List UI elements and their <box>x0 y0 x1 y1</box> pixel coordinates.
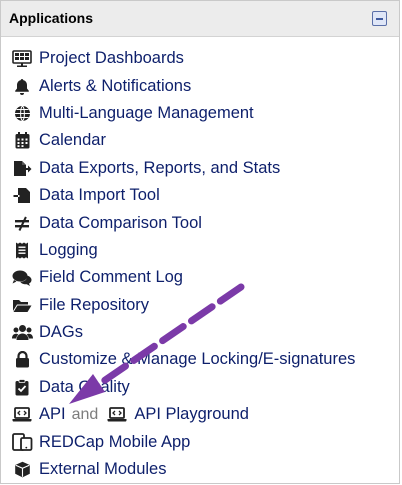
menu-item-calendar[interactable]: Calendar <box>1 127 399 154</box>
api-label[interactable]: API <box>39 405 66 424</box>
menu-item-label[interactable]: Alerts & Notifications <box>39 77 191 96</box>
menu-item-multi-language[interactable]: Multi-Language Management <box>1 100 399 127</box>
menu-item-file-repository[interactable]: File Repository <box>1 292 399 319</box>
bell-icon <box>11 77 33 95</box>
globe-icon <box>11 104 33 122</box>
menu-item-label[interactable]: Customize & Manage Locking/E-signatures <box>39 350 355 369</box>
laptop-code-icon <box>106 406 128 424</box>
panel-title: Applications <box>9 10 94 26</box>
menu-item-api[interactable]: API and API Playground <box>1 401 399 428</box>
menu-item-label[interactable]: Data Comparison Tool <box>39 214 202 233</box>
api-separator: and <box>71 405 99 423</box>
menu-item-data-import[interactable]: Data Import Tool <box>1 182 399 209</box>
menu-item-locking-esignatures[interactable]: Customize & Manage Locking/E-signatures <box>1 346 399 373</box>
menu-item-label[interactable]: Logging <box>39 241 98 260</box>
folder-open-icon <box>11 296 33 314</box>
menu-item-label[interactable]: File Repository <box>39 296 149 315</box>
calendar-icon <box>11 132 33 150</box>
menu-item-dags[interactable]: DAGs <box>1 319 399 346</box>
menu-item-logging[interactable]: Logging <box>1 237 399 264</box>
api-playground-label[interactable]: API Playground <box>134 405 249 424</box>
file-import-icon <box>11 187 33 205</box>
receipt-icon <box>11 241 33 259</box>
menu-item-label[interactable]: Data Import Tool <box>39 186 160 205</box>
laptop-code-icon <box>11 406 33 424</box>
comments-icon <box>11 269 33 287</box>
menu-item-label[interactable]: Multi-Language Management <box>39 104 254 123</box>
menu-item-label[interactable]: Data Exports, Reports, and Stats <box>39 159 280 178</box>
menu-item-field-comment-log[interactable]: Field Comment Log <box>1 264 399 291</box>
menu-item-data-comparison[interactable]: Data Comparison Tool <box>1 209 399 236</box>
applications-panel: Applications Project Dashboards Alerts &… <box>0 0 400 484</box>
menu-item-mobile-app[interactable]: REDCap Mobile App <box>1 428 399 455</box>
menu-item-label[interactable]: Field Comment Log <box>39 268 183 287</box>
menu-item-label[interactable]: Calendar <box>39 131 106 150</box>
panel-header: Applications <box>1 1 399 37</box>
menu-item-data-quality[interactable]: Data Quality <box>1 374 399 401</box>
menu-item-data-exports[interactable]: Data Exports, Reports, and Stats <box>1 155 399 182</box>
applications-menu: Project Dashboards Alerts & Notification… <box>1 45 399 483</box>
cube-icon <box>11 461 33 479</box>
menu-item-label[interactable]: Project Dashboards <box>39 49 184 68</box>
not-equal-icon <box>11 214 33 232</box>
menu-item-external-modules[interactable]: External Modules <box>1 456 399 483</box>
tablet-icon <box>11 433 33 452</box>
users-icon <box>11 324 33 342</box>
clipboard-check-icon <box>11 378 33 396</box>
menu-item-project-dashboards[interactable]: Project Dashboards <box>1 45 399 72</box>
collapse-minus-icon[interactable] <box>372 11 387 26</box>
menu-item-label[interactable]: External Modules <box>39 460 166 479</box>
file-export-icon <box>11 159 33 177</box>
lock-icon <box>11 351 33 369</box>
menu-item-label[interactable]: DAGs <box>39 323 83 342</box>
menu-item-alerts-notifications[interactable]: Alerts & Notifications <box>1 72 399 99</box>
menu-item-label[interactable]: Data Quality <box>39 378 130 397</box>
dashboard-icon <box>11 50 33 68</box>
menu-item-label[interactable]: REDCap Mobile App <box>39 433 190 452</box>
